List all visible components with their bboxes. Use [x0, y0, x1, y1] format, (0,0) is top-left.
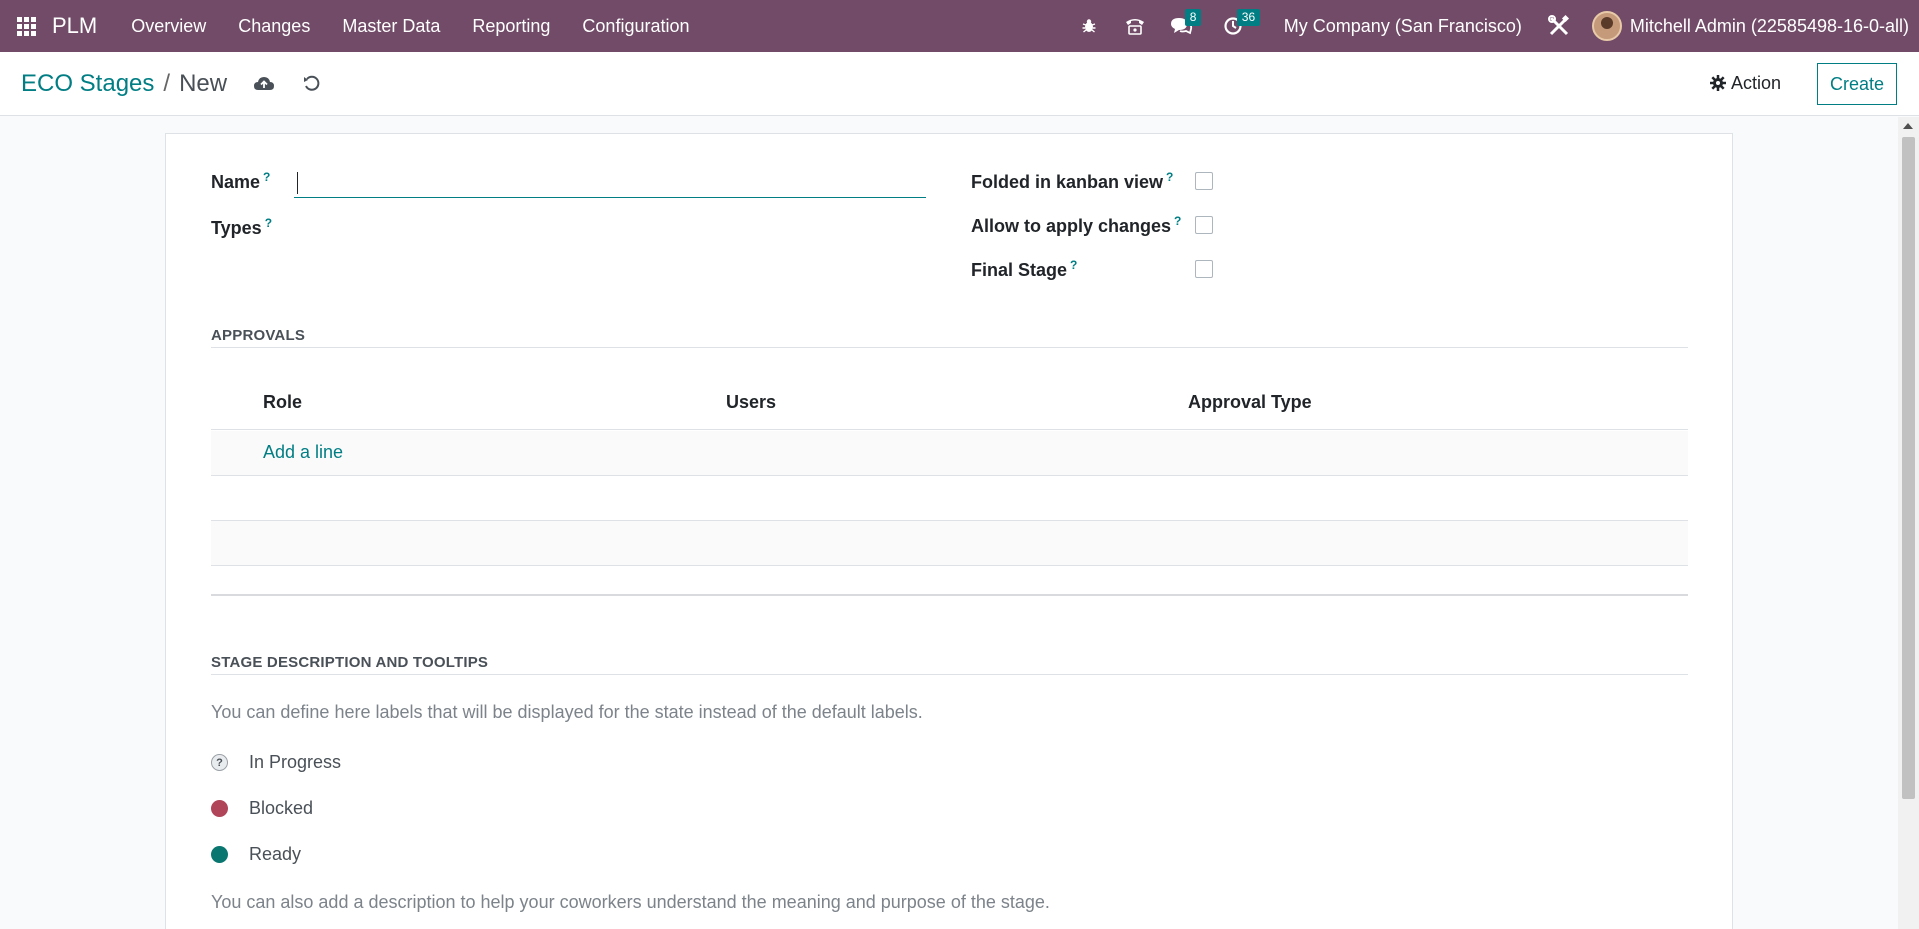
form-sheet: Name? Types? Folded in kanban view? Allo…: [165, 133, 1733, 929]
phone-icon[interactable]: [1112, 0, 1158, 52]
allow-changes-checkbox[interactable]: [1195, 216, 1213, 234]
in-progress-status-icon[interactable]: ?: [211, 754, 228, 771]
discard-undo-icon[interactable]: [289, 64, 335, 104]
action-button[interactable]: Action: [1700, 64, 1791, 102]
allow-changes-label: Allow to apply changes?: [971, 214, 1182, 236]
column-approval-type[interactable]: Approval Type: [1188, 392, 1312, 413]
final-stage-label: Final Stage?: [971, 258, 1078, 280]
breadcrumb: ECO Stages / New: [21, 70, 227, 98]
menu-changes[interactable]: Changes: [222, 0, 326, 52]
blocked-label: Blocked: [249, 798, 314, 818]
top-navbar: PLM Overview Changes Master Data Reporti…: [0, 0, 1919, 52]
name-label: Name?: [211, 170, 271, 192]
scroll-up-arrow-icon[interactable]: [1903, 123, 1913, 129]
text-caret: [297, 172, 298, 194]
user-menu[interactable]: Mitchell Admin (22585498-16-0-all): [1591, 11, 1919, 41]
user-name: Mitchell Admin (22585498-16-0-all): [1629, 15, 1909, 36]
in-progress-label: In Progress: [249, 752, 342, 772]
stage-description-intro: You can define here labels that will be …: [211, 702, 923, 722]
table-row-empty: [211, 566, 1688, 611]
menu-configuration[interactable]: Configuration: [566, 0, 705, 52]
add-line-link[interactable]: Add a line: [263, 442, 343, 463]
final-stage-checkbox[interactable]: [1195, 260, 1213, 278]
breadcrumb-separator: /: [163, 69, 171, 97]
control-panel: ECO Stages / New Action Create: [0, 52, 1919, 116]
approvals-table-header: Role Users Approval Type: [211, 374, 1688, 430]
scrollbar-thumb[interactable]: [1902, 137, 1915, 799]
menu-reporting[interactable]: Reporting: [456, 0, 566, 52]
activities-clock-icon[interactable]: 36: [1210, 0, 1261, 52]
folded-kanban-checkbox[interactable]: [1195, 172, 1213, 190]
stage-description-divider: [211, 674, 1688, 675]
apps-menu-icon[interactable]: [0, 0, 52, 52]
gear-icon: [1710, 75, 1726, 91]
activities-count-badge: 36: [1236, 9, 1261, 26]
app-brand[interactable]: PLM: [52, 13, 97, 39]
menu-master-data[interactable]: Master Data: [326, 0, 456, 52]
column-users[interactable]: Users: [726, 392, 776, 413]
approvals-title: APPROVALS: [211, 327, 306, 344]
column-role[interactable]: Role: [263, 392, 302, 413]
debug-bug-icon[interactable]: [1066, 0, 1112, 52]
action-label: Action: [1731, 72, 1782, 93]
settings-tools-icon[interactable]: [1536, 0, 1582, 52]
messages-count-badge: 8: [1184, 9, 1202, 26]
blocked-status-dot[interactable]: [211, 800, 228, 817]
breadcrumb-eco-stages[interactable]: ECO Stages: [21, 70, 154, 98]
table-row-empty: [211, 476, 1688, 521]
name-field[interactable]: [294, 165, 926, 198]
table-bottom-border: [211, 594, 1688, 596]
create-button[interactable]: Create: [1817, 63, 1897, 105]
table-row: Add a line: [211, 431, 1688, 476]
folded-kanban-label: Folded in kanban view?: [971, 170, 1174, 192]
ready-status-dot[interactable]: [211, 846, 228, 863]
breadcrumb-current: New: [179, 69, 228, 97]
user-avatar: [1591, 11, 1622, 41]
state-ready-row: Ready: [211, 844, 301, 865]
table-row-empty: [211, 521, 1688, 566]
ready-label: Ready: [249, 844, 302, 864]
state-blocked-row: Blocked: [211, 798, 313, 819]
save-cloud-icon[interactable]: [241, 64, 287, 104]
menu-overview[interactable]: Overview: [115, 0, 222, 52]
stage-description-outro: You can also add a description to help y…: [211, 892, 1050, 912]
messages-icon[interactable]: 8: [1158, 0, 1204, 52]
state-in-progress-row: ? In Progress: [211, 752, 341, 773]
stage-description-title: STAGE DESCRIPTION AND TOOLTIPS: [211, 654, 489, 671]
types-label: Types?: [211, 216, 273, 238]
approvals-divider: [211, 347, 1688, 348]
company-switcher[interactable]: My Company (San Francisco): [1270, 16, 1536, 37]
page-scrollbar[interactable]: [1898, 117, 1919, 929]
